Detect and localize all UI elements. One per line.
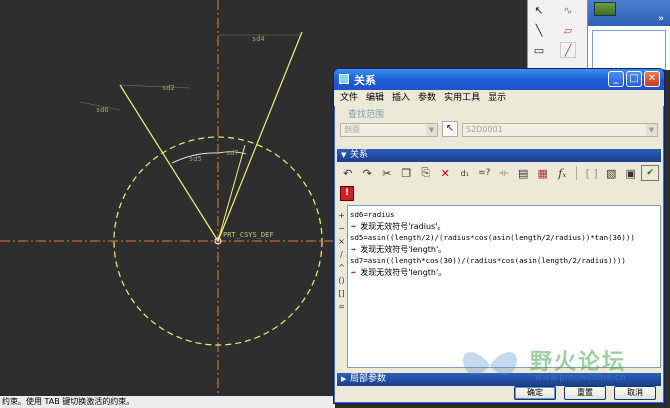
scope-type-value: 剖面	[344, 125, 360, 134]
operator-minus[interactable]: −	[337, 222, 346, 235]
relation-line[interactable]: sd5=asin((length/2)/(radius*cos(asin(len…	[350, 232, 658, 244]
operator-brackets[interactable]: []	[337, 287, 346, 300]
relations-dialog: 关系 _ □ ✕ 文件 编辑 插入 参数 实用工具 显示 查找范围 剖面 ▼ ↖…	[333, 68, 665, 404]
line-left[interactable]	[119, 84, 219, 242]
menu-insert[interactable]: 插入	[390, 90, 416, 106]
cancel-button[interactable]: 取消	[614, 386, 656, 400]
relation-line[interactable]: sd6=radius	[350, 209, 658, 221]
cut-icon[interactable]: ✂	[378, 165, 396, 181]
verify-icon[interactable]: ▣	[622, 165, 640, 181]
ok-button[interactable]: 确定	[514, 386, 556, 400]
curve-icon[interactable]: ∿	[560, 2, 576, 18]
parallelogram-icon[interactable]: ▱	[560, 22, 576, 38]
relations-editor[interactable]: sd6=radius ➡ 发现无效符号'radius'。 sd5=asin((l…	[347, 205, 661, 368]
navigator-header: »	[588, 0, 670, 26]
menu-edit[interactable]: 编辑	[364, 90, 390, 106]
dimension-sd7[interactable]: sd7	[226, 149, 239, 157]
function-icon[interactable]: fₓ	[554, 165, 572, 181]
dialog-footer: 确定 重置 取消	[334, 385, 664, 403]
menu-parameters[interactable]: 参数	[416, 90, 442, 106]
line-right[interactable]	[217, 31, 303, 242]
operator-divide[interactable]: /	[337, 248, 346, 261]
collapse-triangle-icon: ▼	[341, 151, 347, 159]
line-tool-icon[interactable]: ╲	[531, 22, 547, 38]
maximize-button[interactable]: □	[626, 71, 642, 87]
operator-equals[interactable]: =	[337, 300, 346, 313]
relations-section-header[interactable]: ▼ 关系	[337, 149, 661, 162]
sort-relations-icon[interactable]: ▧	[602, 165, 620, 181]
dialog-titlebar[interactable]: 关系 _ □ ✕	[334, 69, 664, 90]
operator-column: + − × / ^ () [] =	[337, 209, 346, 313]
chevron-down-icon: ▼	[426, 124, 437, 136]
relations-section-title: 关系	[350, 150, 369, 160]
operator-multiply[interactable]: ×	[337, 235, 346, 248]
parameters-icon[interactable]: ▤	[515, 165, 533, 181]
dialog-title: 关系	[354, 74, 376, 87]
paste-icon[interactable]: ⎘	[417, 165, 435, 181]
rectangle-tool-icon[interactable]: ▭	[531, 42, 547, 58]
operator-plus[interactable]: +	[337, 209, 346, 222]
status-message: 约束。使用 TAB 键切换激活的约束。	[0, 396, 335, 408]
brackets-icon[interactable]: [ ]	[583, 165, 601, 181]
relation-error: ➡ 发现无效符号'length'。	[351, 244, 447, 254]
minimize-button[interactable]: _	[608, 71, 624, 87]
relation-line[interactable]: sd7=asin((length*cos(30))/(radius*cos(as…	[350, 255, 658, 267]
dimension-sd4[interactable]: sd4	[252, 35, 265, 43]
chevron-down-icon: ▼	[646, 124, 657, 136]
toolbar-separator	[576, 166, 580, 180]
navigator-panel: »	[587, 0, 670, 70]
error-arrow-icon: ➡	[351, 244, 356, 254]
operator-power[interactable]: ^	[337, 261, 346, 274]
csys-label: PRT_CSYS_DEF	[223, 231, 274, 239]
copy-icon[interactable]: ❐	[398, 165, 416, 181]
navigator-body	[592, 30, 666, 70]
error-arrow-icon: ➡	[351, 221, 356, 231]
select-arrow-icon[interactable]: ↖	[531, 2, 547, 18]
sd2-leader	[119, 84, 191, 89]
select-pointer-button[interactable]: ↖	[442, 121, 458, 137]
relation-error: ➡ 发现无效符号'radius'。	[351, 221, 446, 231]
check-box-icon[interactable]: ✔	[641, 165, 659, 181]
redo-icon[interactable]: ↷	[359, 165, 377, 181]
sketch-toolbar: ↖ ∿ ╲ ▱ ▭ ╱	[527, 0, 587, 70]
menubar: 文件 编辑 插入 参数 实用工具 显示	[334, 90, 664, 106]
centerline-icon[interactable]: ╱	[560, 42, 576, 58]
menu-utilities[interactable]: 实用工具	[442, 90, 486, 106]
evaluate-icon[interactable]: =?	[476, 165, 494, 181]
switch-dimensions-icon[interactable]: d₁	[456, 165, 474, 181]
line-inner[interactable]	[217, 144, 246, 242]
local-parameters-title: 局部参数	[350, 374, 387, 384]
insert-dimension-icon[interactable]: ⟛	[495, 165, 513, 181]
dimension-sd5[interactable]: sd5	[189, 155, 202, 163]
show-dimensions-button[interactable]: !	[340, 186, 354, 201]
operator-parens[interactable]: ()	[337, 274, 346, 287]
menu-file[interactable]: 文件	[338, 90, 364, 106]
error-arrow-icon: ➡	[351, 267, 356, 277]
thumbnail-icon[interactable]	[594, 2, 616, 16]
relation-error: ➡ 发现无效符号'length'。	[351, 267, 447, 277]
look-in-label: 查找范围	[348, 110, 385, 120]
dimension-sd2[interactable]: sd2	[162, 84, 175, 92]
add-function-icon[interactable]: ▦	[534, 165, 552, 181]
relations-toolbar: ↶ ↷ ✂ ❐ ⎘ ✕ d₁ =? ⟛ ▤ ▦ fₓ [ ] ▧ ▣ ✔	[337, 163, 661, 183]
menu-show[interactable]: 显示	[486, 90, 512, 106]
expand-chevron-icon[interactable]: »	[658, 14, 664, 24]
window-icon	[339, 74, 349, 84]
scope-object-select[interactable]: S2D0001 ▼	[462, 123, 658, 137]
scope-type-select[interactable]: 剖面 ▼	[340, 123, 438, 137]
delete-icon[interactable]: ✕	[437, 165, 455, 181]
scope-object-value: S2D0001	[466, 125, 503, 134]
undo-icon[interactable]: ↶	[339, 165, 357, 181]
dimension-sd6[interactable]: sd6	[96, 106, 109, 114]
reset-button[interactable]: 重置	[564, 386, 606, 400]
close-button[interactable]: ✕	[644, 71, 660, 87]
